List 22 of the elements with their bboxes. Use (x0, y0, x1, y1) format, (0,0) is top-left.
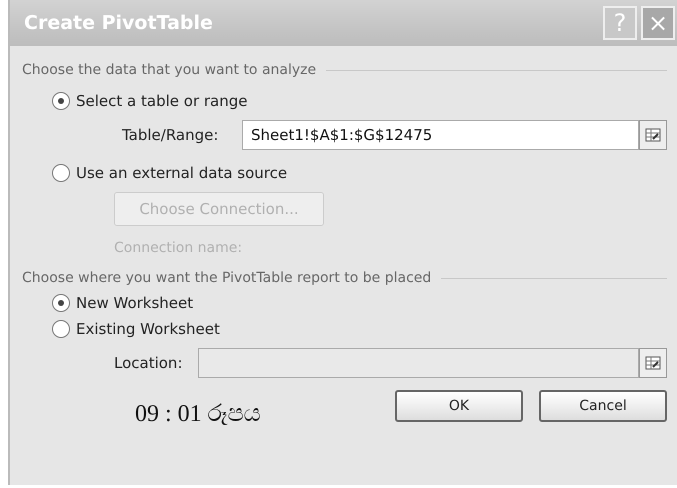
radio-button[interactable] (52, 320, 70, 338)
grid-icon (645, 128, 661, 142)
option-label[interactable]: Existing Worksheet (76, 320, 220, 338)
radio-button[interactable] (52, 294, 70, 312)
range-input-field[interactable]: Sheet1!$A$1:$G$12475 (242, 120, 639, 150)
window-title: Create PivotTable (24, 12, 213, 34)
dialog-button[interactable]: OK (395, 390, 523, 422)
field-label: Table/Range: (122, 126, 220, 144)
field-value: Sheet1!$A$1:$G$12475 (251, 126, 432, 144)
radio-button[interactable] (52, 164, 70, 182)
radio-button[interactable] (52, 92, 70, 110)
figure-caption: 09 : 01 රූපය (135, 401, 261, 428)
dialog-button[interactable]: Cancel (539, 390, 667, 422)
option-label[interactable]: New Worksheet (76, 294, 194, 312)
location-picker-button[interactable] (639, 348, 667, 378)
grid-icon (645, 356, 661, 370)
section-heading: Choose the data that you want to analyze (22, 62, 316, 78)
field-label: Location: (114, 354, 184, 372)
section-heading: Choose where you want the PivotTable report to be placed (22, 270, 432, 286)
range-picker-button[interactable] (639, 120, 667, 150)
option-label[interactable]: Use an external data source (76, 164, 288, 182)
option-label[interactable]: Select a table or range (76, 92, 248, 110)
